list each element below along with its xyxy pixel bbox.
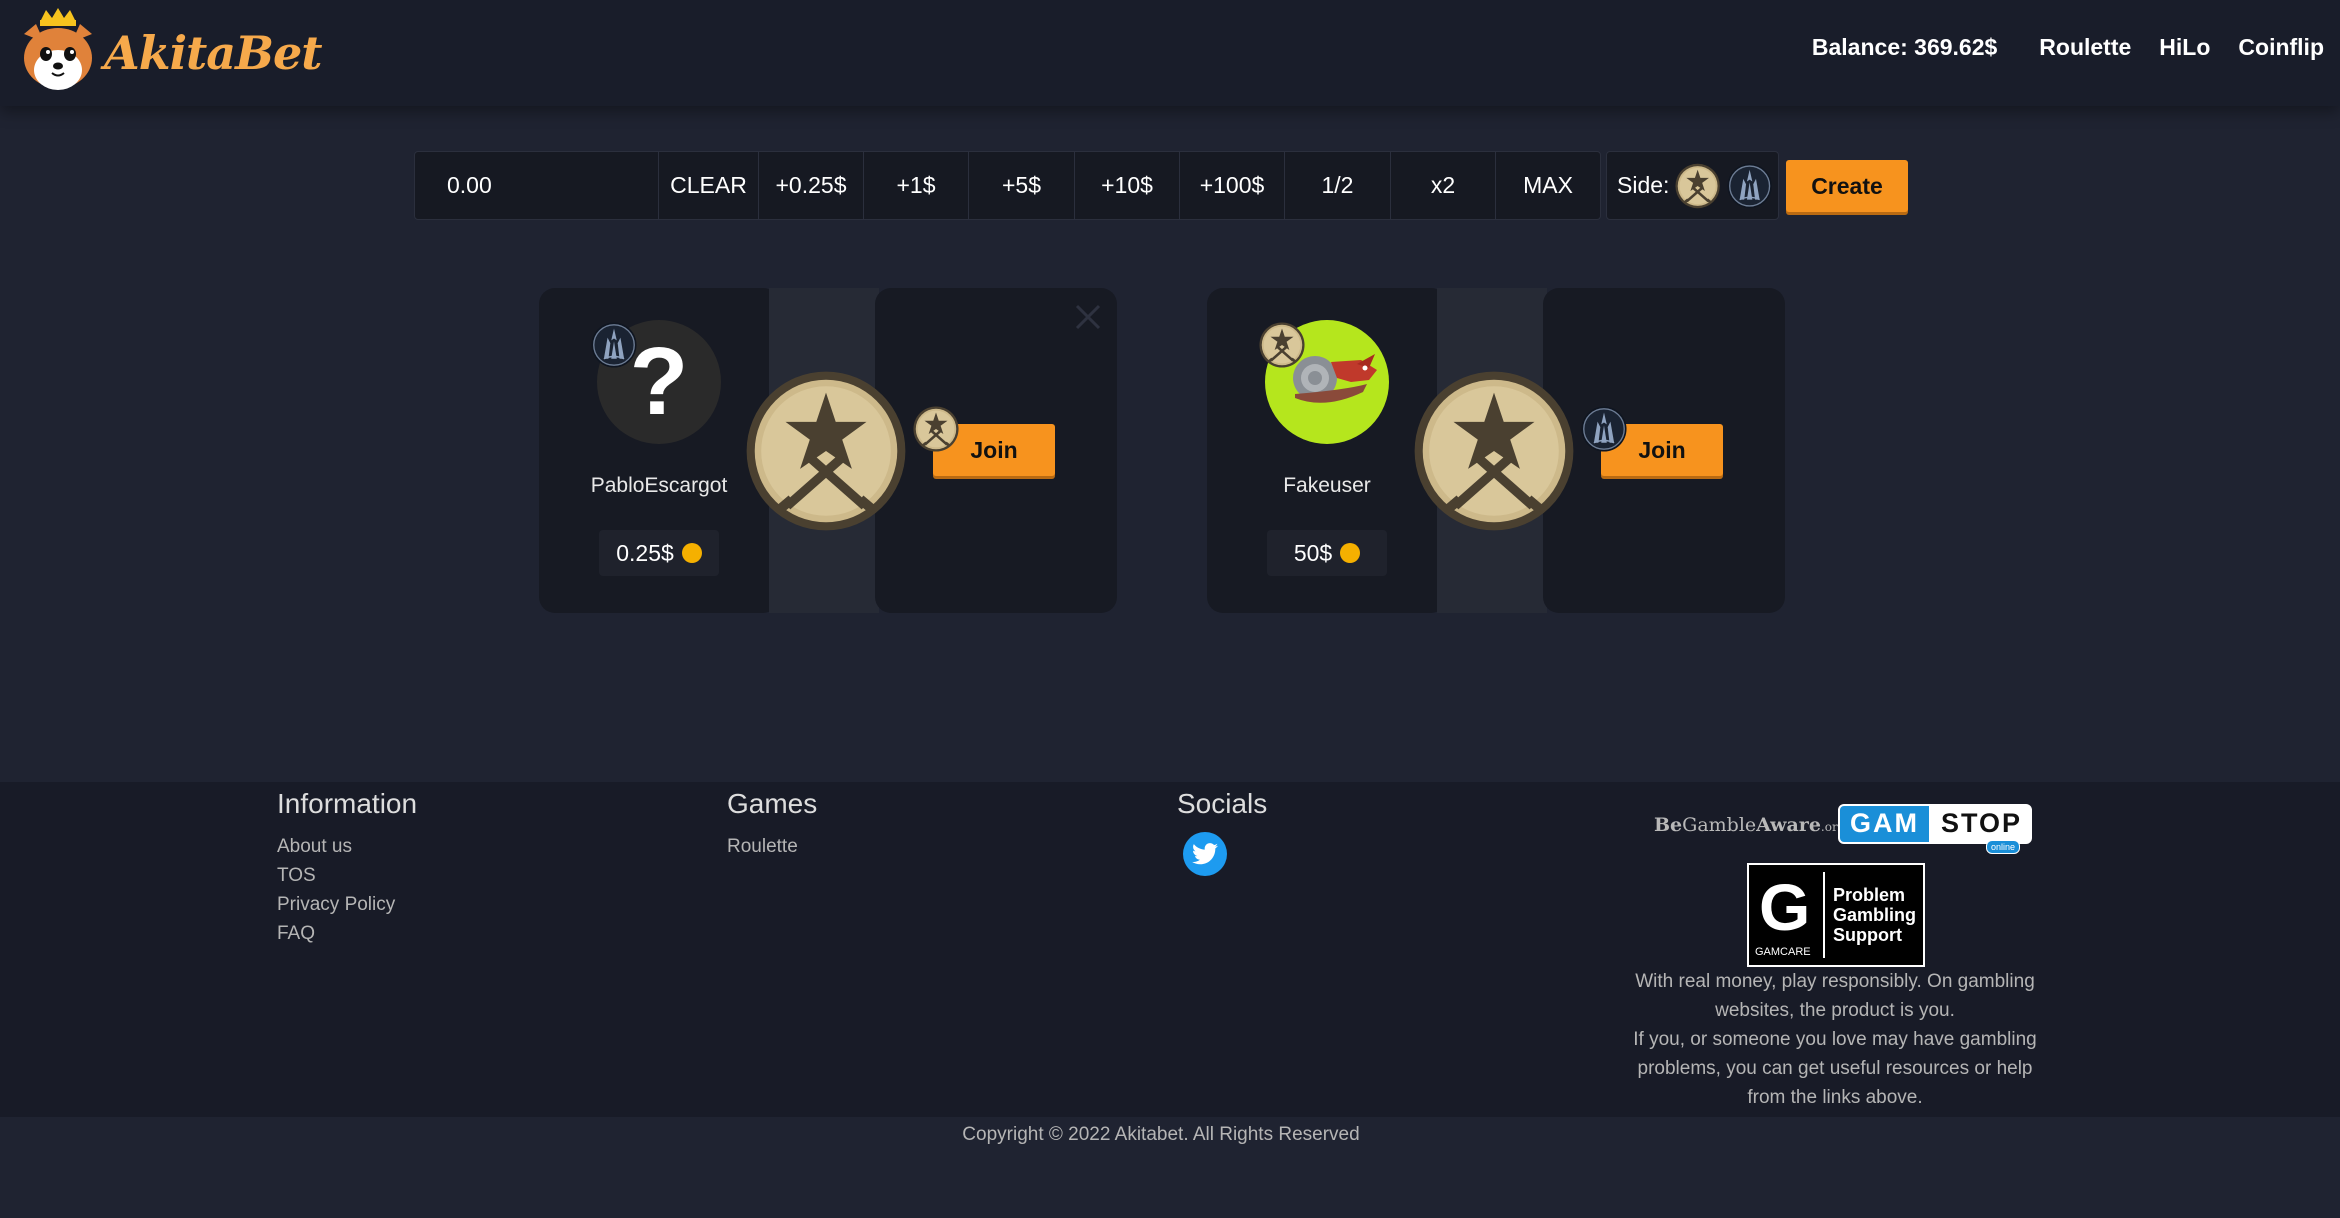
side-selector: Side: [1606, 151, 1779, 220]
begambleaware-logo[interactable]: BeGambleAware.org [1654, 814, 1845, 836]
footer-link-about[interactable]: About us [277, 832, 417, 861]
player-username: PabloEscargot [590, 474, 728, 497]
gamcare-icon: G GAMCARE [1753, 872, 1825, 958]
gamcare-text: Problem Gambling Support [1833, 885, 1916, 945]
gamstop-gam: GAM [1838, 804, 1931, 844]
ct-side-icon [1581, 406, 1627, 452]
top-header: AkitaBet Balance: 369.62$ Roulette HiLo … [0, 0, 2340, 106]
footer-socials: Socials [1177, 782, 1267, 876]
nav-roulette[interactable]: Roulette [2039, 34, 2131, 61]
coin-icon [1340, 543, 1361, 563]
t-side-icon [1259, 322, 1305, 368]
footer: Information About us TOS Privacy Policy … [0, 782, 2340, 1117]
coin-icon [681, 543, 702, 563]
gamstop-stop: STOP [1931, 804, 2033, 844]
add-1-button[interactable]: +1$ [864, 152, 969, 219]
begambleaware-be: Be [1654, 814, 1683, 836]
half-button[interactable]: 1/2 [1285, 152, 1391, 219]
footer-link-tos[interactable]: TOS [277, 861, 417, 890]
ct-side-icon [591, 322, 637, 368]
player-username: Fakeuser [1283, 474, 1371, 497]
gamcare-letter: G [1759, 870, 1811, 944]
footer-link-roulette[interactable]: Roulette [727, 832, 817, 861]
t-side-icon[interactable] [1675, 163, 1720, 209]
max-button[interactable]: MAX [1496, 152, 1600, 219]
akita-dog-icon [18, 8, 98, 92]
gamcare-name: GAMCARE [1755, 946, 1811, 958]
gamcare-line: Problem [1833, 885, 1906, 905]
bet-amount-badge: 0.25$ [599, 530, 719, 576]
side-label: Side: [1617, 172, 1670, 198]
t-side-icon [913, 406, 959, 452]
add-10-button[interactable]: +10$ [1075, 152, 1180, 219]
bet-controls: CLEAR +0.25$ +1$ +5$ +10$ +100$ 1/2 x2 M… [414, 151, 1601, 220]
footer-link-faq[interactable]: FAQ [277, 919, 417, 948]
add-025-button[interactable]: +0.25$ [759, 152, 864, 219]
gamcare-logo[interactable]: G GAMCARE Problem Gambling Support [1747, 863, 1925, 967]
footer-heading: Information [277, 788, 418, 819]
begambleaware-gamble: Gamble [1682, 814, 1757, 836]
twitter-icon[interactable] [1183, 832, 1227, 876]
gamstop-logo[interactable]: GAM STOP online [1838, 804, 2033, 854]
unknown-avatar-glyph: ? [629, 328, 689, 435]
add-100-button[interactable]: +100$ [1180, 152, 1285, 219]
t-coin-icon [1413, 370, 1575, 532]
clear-button[interactable]: CLEAR [659, 152, 759, 219]
close-icon[interactable] [1071, 300, 1105, 334]
nav-hilo[interactable]: HiLo [2159, 34, 2210, 61]
gamcare-line: Gambling [1833, 905, 1917, 925]
game-card: ? PabloEscargot 0.25$ Join [539, 288, 1117, 613]
footer-information: Information About us TOS Privacy Policy … [277, 782, 417, 948]
responsible-line: With real money, play responsibly. On ga… [1635, 971, 2035, 1021]
footer-games: Games Roulette [727, 782, 817, 861]
begambleaware-aware: Aware [1756, 814, 1821, 836]
player-panel: ? PabloEscargot 0.25$ [539, 288, 779, 613]
gamstop-online: online [1985, 840, 2020, 854]
footer-heading: Games [727, 788, 818, 819]
t-coin-icon [745, 370, 907, 532]
game-card: Fakeuser 50$ Join [1207, 288, 1785, 613]
brand-logo[interactable]: AkitaBet [18, 8, 322, 92]
responsible-line: If you, or someone you love may have gam… [1633, 1029, 2037, 1108]
create-button[interactable]: Create [1786, 160, 1908, 212]
responsible-gambling-text: With real money, play responsibly. On ga… [1620, 967, 2050, 1112]
player-panel: Fakeuser 50$ [1207, 288, 1447, 613]
double-button[interactable]: x2 [1391, 152, 1496, 219]
bet-amount-badge: 50$ [1267, 530, 1387, 576]
footer-heading: Socials [1177, 788, 1268, 819]
footer-link-privacy[interactable]: Privacy Policy [277, 890, 417, 919]
balance-display: Balance: 369.62$ [1811, 34, 1998, 60]
nav-coinflip[interactable]: Coinflip [2238, 34, 2324, 61]
bet-amount: 50$ [1293, 539, 1333, 566]
gamcare-line: Support [1833, 925, 1902, 945]
copyright: Copyright © 2022 Akitabet. All Rights Re… [962, 1124, 1360, 1145]
brand-name: AkitaBet [104, 26, 322, 80]
add-5-button[interactable]: +5$ [969, 152, 1075, 219]
bet-amount-input[interactable] [415, 152, 659, 219]
ct-side-icon[interactable] [1727, 163, 1772, 209]
bet-amount: 0.25$ [616, 539, 674, 566]
top-nav: Balance: 369.62$ Roulette HiLo Coinflip [1812, 34, 2324, 61]
